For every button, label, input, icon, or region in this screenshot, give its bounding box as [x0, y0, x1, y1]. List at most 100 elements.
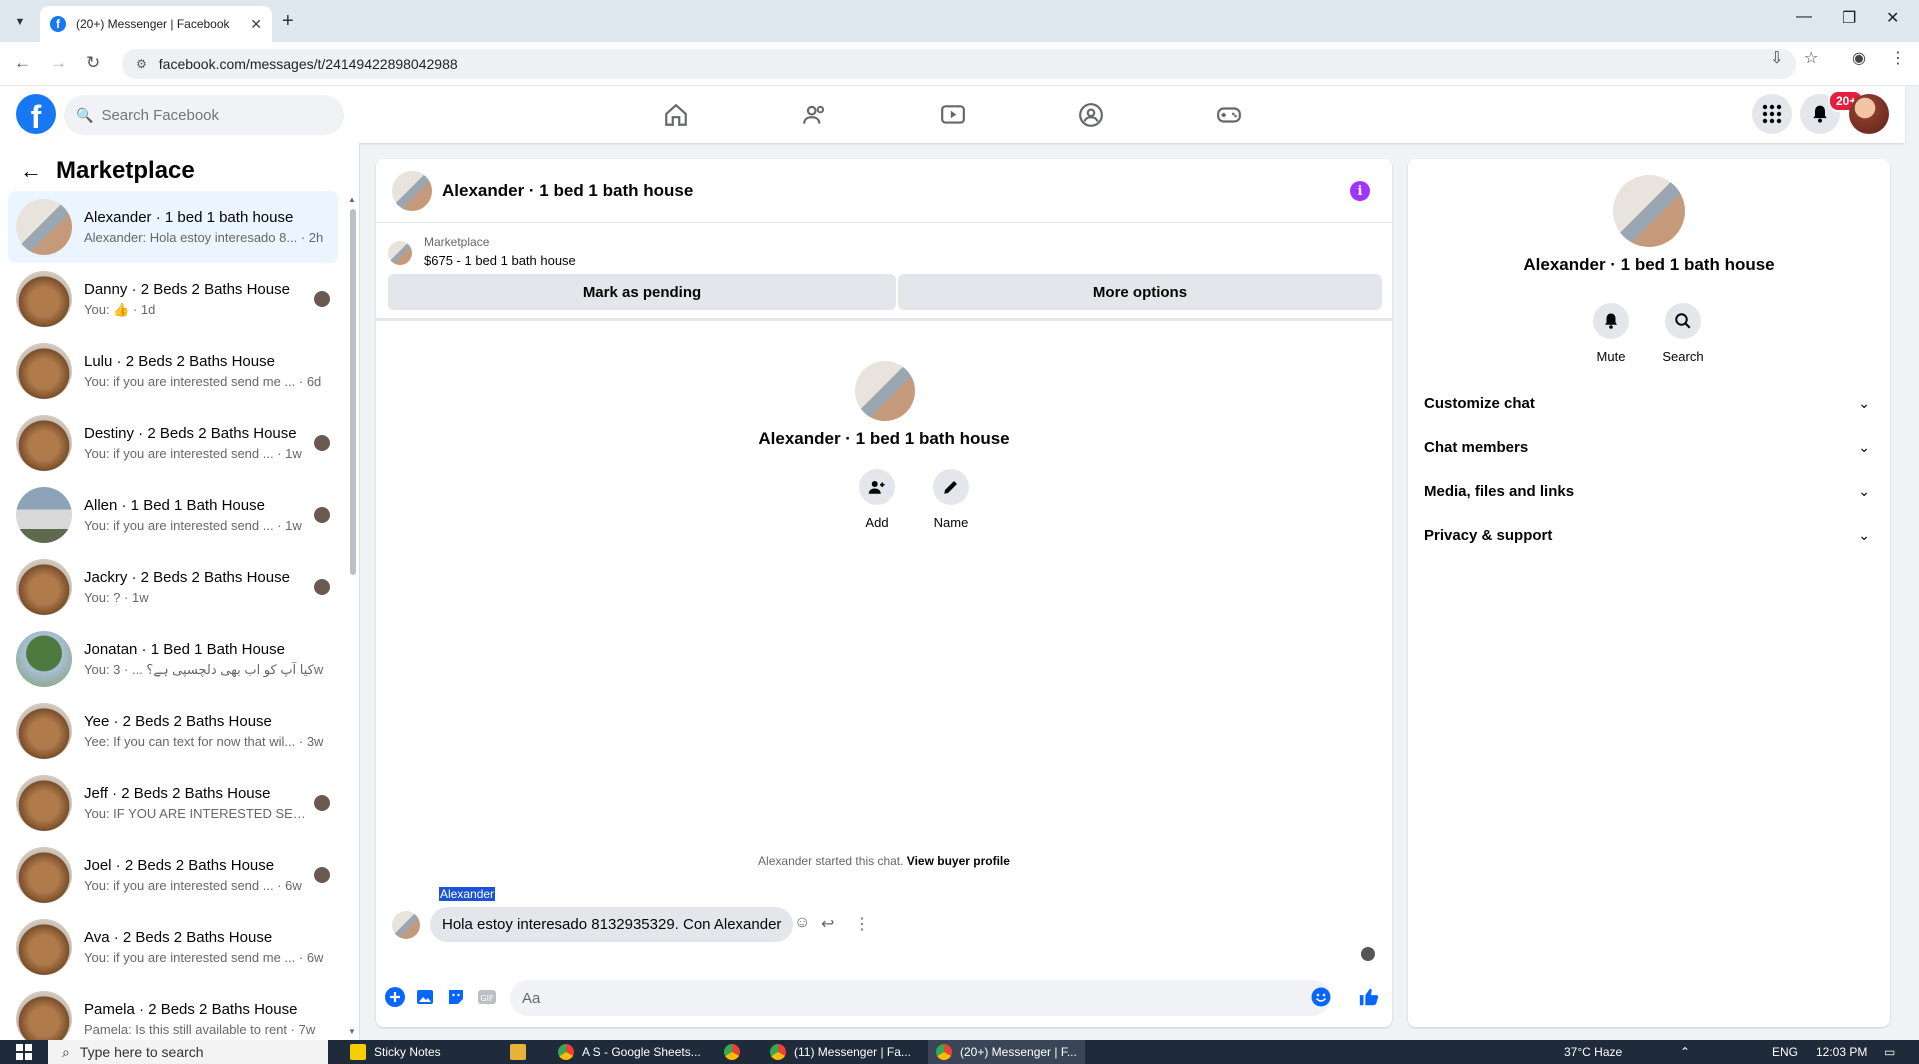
taskbar-messenger-20[interactable]: (20+) Messenger | F...: [928, 1040, 1085, 1064]
install-app-icon[interactable]: ⇩: [1770, 48, 1783, 68]
chat-preview-text: You: 👍: [84, 301, 130, 317]
gif-icon[interactable]: GIF: [476, 986, 498, 1008]
listing-thumbnail[interactable]: [388, 241, 412, 265]
facebook-search-input[interactable]: [101, 106, 302, 124]
close-tab-icon[interactable]: ✕: [250, 16, 262, 33]
groups-icon[interactable]: [1076, 100, 1106, 130]
search-in-chat-button[interactable]: Search: [1653, 303, 1713, 364]
chat-preview: You: if you are interested send ... · 1w: [84, 518, 306, 533]
more-actions-icon[interactable]: ⋮: [854, 914, 870, 934]
chat-list-item[interactable]: Pamela · 2 Beds 2 Baths House Pamela: Is …: [8, 983, 338, 1040]
react-emoji-icon[interactable]: ☺: [794, 914, 810, 932]
bookmark-star-icon[interactable]: ☆: [1804, 48, 1818, 68]
weather-widget[interactable]: 37°C Haze: [1564, 1040, 1622, 1064]
chat-preview: You: IF YOU ARE INTERESTED SE... · 3w: [84, 806, 306, 821]
chrome-icon: [770, 1044, 786, 1060]
account-avatar[interactable]: [1849, 94, 1889, 134]
gaming-icon[interactable]: [1214, 100, 1244, 130]
chat-list-item[interactable]: Lulu · 2 Beds 2 Baths House You: if you a…: [8, 335, 338, 407]
chat-list-item[interactable]: Jeff · 2 Beds 2 Baths House You: IF YOU A…: [8, 767, 338, 839]
facebook-logo-icon[interactable]: f: [16, 94, 56, 134]
chat-list-item[interactable]: Danny · 2 Beds 2 Baths House You: 👍 · 1d: [8, 263, 338, 335]
section-label: Privacy & support: [1424, 526, 1553, 544]
notification-center-icon[interactable]: ▭: [1884, 1040, 1895, 1064]
site-info-icon[interactable]: ⚙: [136, 57, 147, 71]
add-people-button[interactable]: Add: [847, 469, 907, 530]
details-name: Alexander · 1 bed 1 bath house: [1523, 255, 1775, 274]
message-input[interactable]: [510, 980, 1330, 1016]
menu-grid-icon[interactable]: [1752, 94, 1792, 134]
taskbar-sticky-notes[interactable]: Sticky Notes: [350, 1040, 441, 1064]
chat-list-item[interactable]: Jonatan · 1 Bed 1 Bath House You: کیا آپ …: [8, 623, 338, 695]
video-icon[interactable]: [938, 100, 968, 130]
edit-name-button[interactable]: Name: [921, 469, 981, 530]
message-bubble[interactable]: Hola estoy interesado 8132935329. Con Al…: [430, 907, 794, 942]
conversation-avatar[interactable]: [392, 170, 432, 211]
back-arrow-icon[interactable]: ←: [20, 158, 42, 184]
view-buyer-profile-link[interactable]: View buyer profile: [907, 854, 1010, 868]
clock[interactable]: 12:03 PM: [1816, 1040, 1867, 1064]
svg-text:GIF: GIF: [480, 994, 494, 1003]
privacy-support-section[interactable]: Privacy & support ⌄: [1416, 513, 1882, 557]
forward-icon[interactable]: →: [50, 53, 67, 73]
facebook-search[interactable]: 🔍: [64, 95, 344, 135]
reload-icon[interactable]: ↻: [86, 53, 100, 73]
chat-list-item[interactable]: Joel · 2 Beds 2 Baths House You: if you a…: [8, 839, 338, 911]
more-options-button[interactable]: More options: [898, 274, 1382, 310]
chat-name: Jackry · 2 Beds 2 Baths House: [84, 569, 290, 586]
tab-search-button[interactable]: ▼: [8, 11, 32, 33]
chat-list-item[interactable]: Alexander · 1 bed 1 bath house Alexander:…: [8, 191, 338, 263]
chat-text: Lulu · 2 Beds 2 Baths House You: if you a…: [84, 353, 330, 389]
section-label: Chat members: [1424, 438, 1529, 456]
language-indicator[interactable]: ENG: [1772, 1040, 1798, 1064]
chat-preview: You: 👍 · 1d: [84, 302, 306, 318]
pencil-icon: [933, 469, 969, 505]
photo-icon[interactable]: [414, 986, 436, 1008]
sticker-icon[interactable]: [445, 986, 467, 1008]
tray-icons[interactable]: ⌃: [1680, 1040, 1690, 1064]
chat-members-section[interactable]: Chat members ⌄: [1416, 425, 1882, 469]
chat-list-item[interactable]: Yee · 2 Beds 2 Baths House Yee: If you ca…: [8, 695, 338, 767]
reply-icon[interactable]: ↩: [821, 914, 834, 934]
info-icon[interactable]: i: [1350, 181, 1370, 201]
listing-title[interactable]: $675 - 1 bed 1 bath house: [424, 253, 576, 268]
conversation-title[interactable]: Alexander · 1 bed 1 bath house: [442, 181, 693, 201]
new-tab-button[interactable]: +: [282, 10, 294, 33]
close-window-button[interactable]: ✕: [1886, 8, 1899, 28]
customize-chat-section[interactable]: Customize chat ⌄: [1416, 381, 1882, 425]
chat-name: Alexander · 1 bed 1 bath house: [84, 209, 294, 226]
scroll-up-icon[interactable]: ▲: [348, 195, 356, 204]
windows-start-icon[interactable]: [16, 1040, 32, 1064]
emoji-icon[interactable]: [1310, 986, 1332, 1008]
scrollbar-thumb[interactable]: [350, 209, 356, 575]
media-files-links-section[interactable]: Media, files and links ⌄: [1416, 469, 1882, 513]
chat-time: · 1d: [132, 301, 156, 317]
taskbar-chrome[interactable]: [724, 1040, 748, 1064]
mark-as-pending-button[interactable]: Mark as pending: [388, 274, 896, 310]
taskbar-search[interactable]: ⌕ Type here to search: [48, 1040, 328, 1064]
home-icon[interactable]: [661, 100, 691, 130]
chat-list-item[interactable]: Allen · 1 Bed 1 Bath House You: if you ar…: [8, 479, 338, 551]
taskbar-file-explorer[interactable]: [510, 1040, 534, 1064]
menu-dots-icon[interactable]: ⋮: [1890, 48, 1906, 68]
conversation-panel: Alexander · 1 bed 1 bath house i Marketp…: [376, 159, 1392, 1027]
details-avatar[interactable]: [1613, 175, 1685, 247]
chat-list-item[interactable]: Jackry · 2 Beds 2 Baths House You: ? · 1w: [8, 551, 338, 623]
scroll-down-icon[interactable]: ▼: [348, 1027, 356, 1036]
taskbar-chrome-sheets[interactable]: A S - Google Sheets...: [558, 1040, 701, 1064]
restore-button[interactable]: ❐: [1842, 8, 1856, 28]
url-box[interactable]: ⚙ facebook.com/messages/t/24149422898042…: [122, 49, 1796, 79]
browser-tab-active[interactable]: f (20+) Messenger | Facebook ✕: [40, 6, 272, 42]
minimize-button[interactable]: —: [1796, 8, 1812, 26]
chat-list-item[interactable]: Ava · 2 Beds 2 Baths House You: if you ar…: [8, 911, 338, 983]
friends-icon[interactable]: [800, 100, 830, 130]
profile-icon[interactable]: ◉: [1852, 48, 1866, 68]
back-icon[interactable]: ←: [14, 53, 31, 73]
like-thumb-icon[interactable]: [1358, 986, 1380, 1008]
taskbar-messenger-11[interactable]: (11) Messenger | Fa...: [770, 1040, 911, 1064]
chrome-icon: [724, 1044, 740, 1060]
chat-list-item[interactable]: Destiny · 2 Beds 2 Baths House You: if yo…: [8, 407, 338, 479]
sender-avatar[interactable]: [392, 911, 420, 939]
plus-actions-icon[interactable]: [384, 986, 406, 1008]
mute-button[interactable]: Mute: [1581, 303, 1641, 364]
